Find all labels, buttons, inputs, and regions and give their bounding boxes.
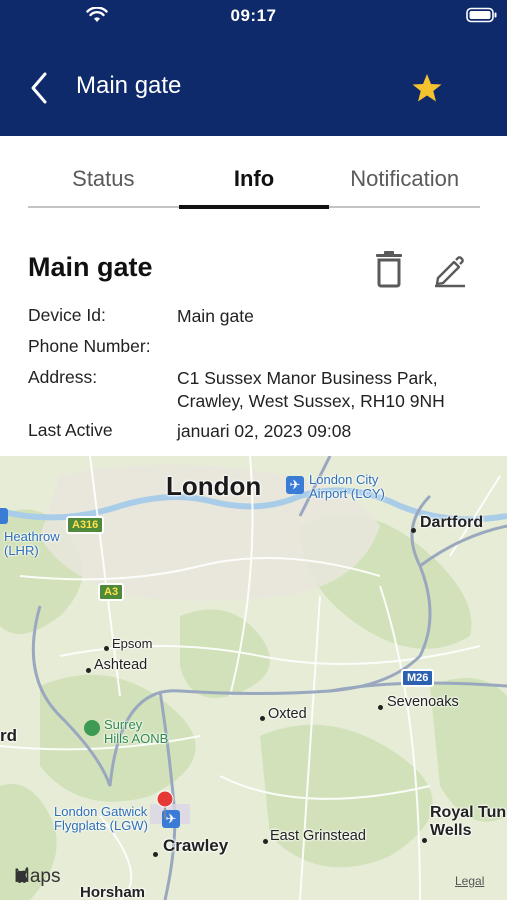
map-dot-dartford [411, 528, 416, 533]
battery-icon [466, 7, 497, 23]
legal-link[interactable]: Legal [455, 874, 484, 888]
back-button[interactable] [22, 68, 56, 108]
road-shield-a316: A316 [66, 516, 105, 534]
map-label-crawley: Crawley [163, 836, 229, 855]
app-header: 09:17 Main gate [0, 0, 507, 136]
airport-icon-heathrow [0, 508, 8, 524]
heathrow-line-1: Heathrow [4, 529, 60, 544]
info-row-address: Address: C1 Sussex Manor Business Park, … [28, 367, 488, 415]
address-line-2: Crawley, West Sussex, RH10 9NH [177, 391, 445, 411]
london-city-airport-line-1: London City [309, 472, 379, 487]
device-id-value: Main gate [177, 306, 254, 326]
map-view[interactable]: A316 A3 M26 London ✈ London City Airport… [0, 456, 507, 900]
map-label-gatwick: London Gatwick Flygplats (LGW) [54, 805, 148, 833]
star-icon [412, 74, 442, 102]
map-dot-oxted [260, 716, 265, 721]
map-dot-sevenoaks [378, 705, 383, 710]
surrey-hills-line-2: Hills AONB [104, 731, 169, 746]
heathrow-line-2: (LHR) [4, 543, 39, 558]
map-label-sevenoaks: Sevenoaks [387, 694, 459, 710]
maps-attribution: Maps [14, 866, 60, 888]
tab-info[interactable]: Info [178, 156, 330, 209]
status-time: 09:17 [230, 6, 277, 25]
gatwick-line-2: Flygplats (LGW) [54, 818, 148, 833]
map-label-london-city-airport: London City Airport (LCY) [309, 473, 385, 501]
apple-logo-icon [15, 867, 28, 883]
road-shield-a3: A3 [98, 583, 125, 601]
tab-status[interactable]: Status [28, 156, 179, 206]
london-city-airport-line-2: Airport (LCY) [309, 486, 385, 501]
map-label-oxted: Oxted [268, 706, 307, 722]
map-dot-east-grinstead [263, 839, 268, 844]
map-label-ashtead: Ashtead [94, 657, 148, 673]
tab-bar: Status Info Notification [28, 156, 480, 209]
location-pin-icon[interactable] [155, 790, 175, 820]
chevron-left-icon [31, 72, 47, 104]
map-dot-royal-tunbridge [422, 838, 427, 843]
map-label-horsham: Horsham [80, 884, 146, 900]
nav-bar: Main gate [0, 60, 507, 116]
gatwick-line-1: London Gatwick [54, 804, 148, 819]
device-title: Main gate [28, 252, 153, 282]
pencil-icon [435, 256, 465, 288]
map-dot-ashtead [86, 668, 91, 673]
royal-tunbridge-line-2: Wells [430, 822, 472, 839]
map-label-epsom: Epsom [112, 636, 153, 651]
address-line-1: C1 Sussex Manor Business Park, [177, 368, 438, 388]
edit-button[interactable] [432, 252, 468, 288]
airport-icon: ✈ [286, 476, 304, 494]
address-value: C1 Sussex Manor Business Park, Crawley, … [177, 367, 445, 412]
map-dot-crawley [153, 852, 158, 857]
road-shield-m26: M26 [401, 669, 435, 687]
map-dot-epsom [104, 646, 109, 651]
royal-tunbridge-line-1: Royal Tun [430, 804, 507, 821]
tab-notification[interactable]: Notification [329, 156, 480, 206]
map-label-royal-tunbridge: Royal Tun Wells [430, 804, 506, 840]
phone-number-label: Phone Number: [28, 336, 151, 356]
status-bar: 09:17 [0, 0, 507, 30]
last-active-label: Last Active [28, 420, 113, 440]
device-id-label: Device Id: [28, 305, 106, 325]
map-label-surrey-hills: Surrey Hills AONB [104, 718, 168, 746]
park-icon [84, 720, 100, 736]
map-label-east-grinstead: East Grinstead [270, 828, 366, 844]
map-label-edge-left: rd [0, 726, 17, 745]
favorite-button[interactable] [408, 70, 446, 106]
address-label: Address: [28, 367, 98, 387]
map-label-london: London [166, 471, 262, 501]
map-label-heathrow: Heathrow (LHR) [4, 530, 60, 558]
surrey-hills-line-1: Surrey [104, 717, 143, 732]
map-label-dartford: Dartford [420, 514, 484, 531]
delete-button[interactable] [372, 250, 406, 288]
last-active-value: januari 02, 2023 09:08 [177, 421, 352, 441]
trash-icon [376, 251, 402, 288]
page-title: Main gate [76, 72, 182, 99]
